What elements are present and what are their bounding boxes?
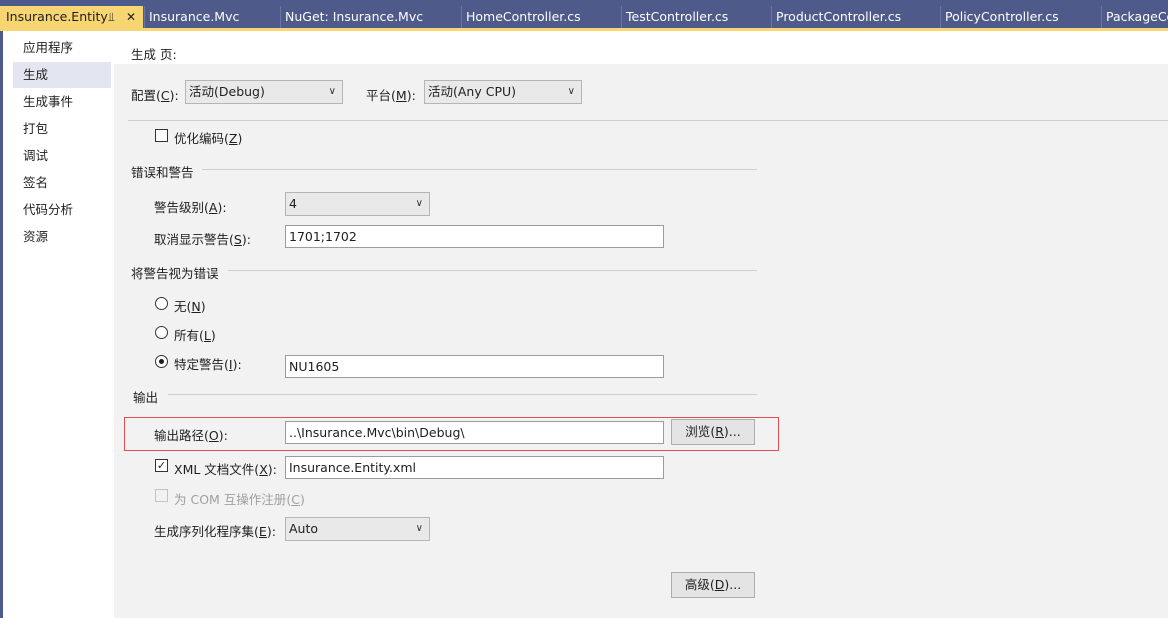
section-divider	[228, 270, 757, 271]
radio-selected-dot	[159, 359, 164, 364]
xml-doc-input[interactable]: Insurance.Entity.xml	[285, 456, 664, 479]
suppress-warnings-input[interactable]: 1701;1702	[285, 225, 664, 248]
build-page: 生成 页: 配置(C): 活动(Debug) ∨ 平台(M): 活动(Any C…	[114, 31, 1168, 618]
tab-package[interactable]: PackageCo	[1101, 6, 1168, 28]
section-divider	[202, 169, 757, 170]
nav-item-package[interactable]: 打包	[13, 116, 111, 142]
platform-value: 活动(Any CPU)	[428, 84, 517, 99]
tab-product-controller[interactable]: ProductController.cs	[771, 6, 939, 28]
nav-item-build[interactable]: 生成	[13, 62, 111, 88]
warning-level-value: 4	[289, 196, 297, 211]
suppress-warnings-label: 取消显示警告(S):	[154, 232, 251, 247]
checkmark-icon: ✓	[156, 459, 167, 472]
com-interop-label: 为 COM 互操作注册(C)	[174, 492, 305, 507]
property-nav: 应用程序 生成 生成事件 打包 调试 签名 代码分析 资源	[0, 31, 114, 618]
radio-none-label: 无(N)	[174, 299, 206, 314]
config-label: 配置(C):	[131, 88, 179, 103]
radio-all[interactable]	[155, 326, 168, 339]
chevron-down-icon: ∨	[328, 86, 336, 97]
output-path-input[interactable]: ..\Insurance.Mvc\bin\Debug\	[285, 421, 664, 444]
radio-all-label: 所有(L)	[174, 328, 216, 343]
divider	[128, 120, 1168, 121]
page-title: 生成 页:	[131, 47, 177, 62]
com-interop-checkbox[interactable]	[155, 489, 168, 502]
tab-label: Insurance.Entity	[6, 9, 108, 24]
radio-none[interactable]	[155, 297, 168, 310]
chevron-down-icon: ∨	[415, 523, 423, 534]
tab-home-controller[interactable]: HomeController.cs	[461, 6, 620, 28]
tab-nuget[interactable]: NuGet: Insurance.Mvc	[280, 6, 460, 28]
browse-button[interactable]: 浏览(R)...	[671, 419, 755, 445]
errors-section-title: 错误和警告	[131, 165, 194, 180]
nav-item-build-events[interactable]: 生成事件	[13, 89, 111, 115]
section-divider	[168, 394, 757, 395]
optimize-label: 优化编码(Z)	[174, 131, 243, 146]
specific-warnings-input[interactable]: NU1605	[285, 355, 664, 378]
nav-item-code-analysis[interactable]: 代码分析	[13, 197, 111, 223]
output-section-title: 输出	[133, 390, 159, 405]
optimize-checkbox[interactable]	[155, 129, 168, 142]
serialization-select[interactable]: Auto ∨	[285, 517, 430, 541]
tab-label: PackageCo	[1106, 9, 1168, 24]
tab-test-controller[interactable]: TestController.cs	[621, 6, 770, 28]
config-select[interactable]: 活动(Debug) ∨	[185, 80, 343, 104]
advanced-button[interactable]: 高级(D)...	[671, 572, 755, 598]
xml-doc-label: XML 文档文件(X):	[174, 462, 277, 477]
tab-policy-controller[interactable]: PolicyController.cs	[940, 6, 1100, 28]
tab-label: Insurance.Mvc	[149, 9, 240, 24]
tab-label: ProductController.cs	[776, 9, 902, 24]
tab-label: TestController.cs	[626, 9, 729, 24]
close-icon[interactable]: ✕	[126, 6, 136, 28]
warning-level-select[interactable]: 4 ∨	[285, 192, 430, 216]
radio-specific[interactable]	[155, 355, 168, 368]
pin-icon[interactable]: ⫫	[108, 6, 115, 28]
output-path-label: 输出路径(O):	[154, 428, 228, 443]
platform-label: 平台(M):	[366, 88, 416, 103]
document-tab-strip: Insurance.Entity ⫫ ✕ Insurance.Mvc NuGet…	[0, 0, 1168, 28]
radio-specific-label: 特定警告(I):	[174, 357, 242, 372]
chevron-down-icon: ∨	[415, 198, 423, 209]
tab-label: HomeController.cs	[466, 9, 581, 24]
nav-item-application[interactable]: 应用程序	[13, 35, 111, 61]
platform-select[interactable]: 活动(Any CPU) ∨	[424, 80, 582, 104]
chevron-down-icon: ∨	[567, 86, 575, 97]
xml-doc-checkbox[interactable]: ✓	[155, 459, 168, 472]
nav-item-resources[interactable]: 资源	[13, 224, 111, 250]
tab-insurance-mvc[interactable]: Insurance.Mvc	[144, 6, 279, 28]
page-header	[114, 31, 1168, 64]
tab-label: NuGet: Insurance.Mvc	[285, 9, 424, 24]
treat-warnings-section-title: 将警告视为错误	[131, 266, 219, 281]
config-value: 活动(Debug)	[189, 84, 265, 99]
serialization-label: 生成序列化程序集(E):	[154, 524, 276, 539]
warning-level-label: 警告级别(A):	[154, 200, 227, 215]
serialization-value: Auto	[289, 521, 319, 536]
nav-item-signing[interactable]: 签名	[13, 170, 111, 196]
tab-label: PolicyController.cs	[945, 9, 1059, 24]
nav-item-debug[interactable]: 调试	[13, 143, 111, 169]
tab-insurance-entity[interactable]: Insurance.Entity ⫫ ✕	[0, 6, 143, 28]
